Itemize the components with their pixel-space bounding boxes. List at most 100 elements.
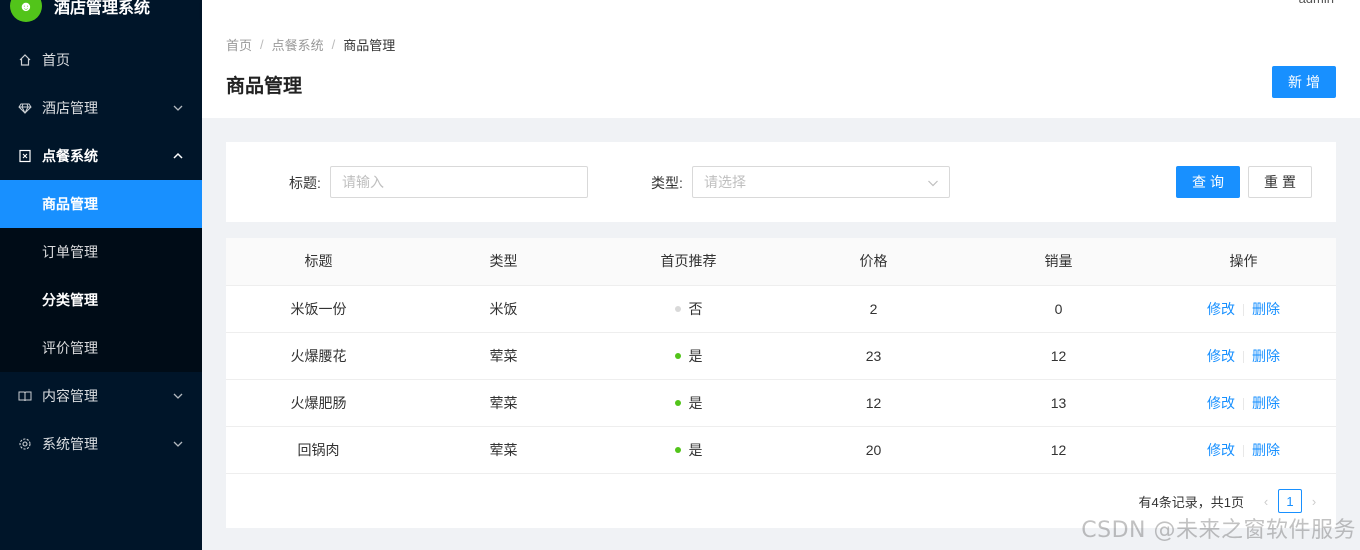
delete-link[interactable]: 删除 [1252, 301, 1280, 317]
sidebar-item-orders[interactable]: 订单管理 [0, 228, 202, 276]
book-icon [18, 389, 32, 403]
cell-price: 20 [781, 426, 966, 474]
cell-type: 荤菜 [411, 379, 596, 427]
type-filter-placeholder: 请选择 [704, 174, 746, 190]
app-title: 酒店管理系统 [54, 0, 151, 17]
reset-button[interactable]: 重置 [1248, 166, 1312, 198]
cell-title: 火爆腰花 [226, 332, 411, 380]
sidebar-item-system[interactable]: 系统管理 [0, 420, 202, 468]
recommend-text: 是 [688, 441, 703, 458]
breadcrumb-ordering[interactable]: 点餐系统 [272, 35, 324, 54]
sidebar-item-content[interactable]: 内容管理 [0, 372, 202, 420]
prev-page-icon[interactable]: ‹ [1256, 490, 1276, 512]
sidebar-item-goods[interactable]: 商品管理 [0, 180, 202, 228]
edit-link[interactable]: 修改 [1207, 395, 1235, 411]
cell-sales: 0 [966, 285, 1151, 333]
cell-actions: 修改 删除 [1151, 379, 1336, 427]
submenu-ordering: 商品管理 订单管理 分类管理 评价管理 [0, 180, 202, 372]
cell-recommend: 是 [596, 332, 781, 380]
cell-type: 荤菜 [411, 426, 596, 474]
delete-link[interactable]: 删除 [1252, 395, 1280, 411]
edit-link[interactable]: 修改 [1207, 348, 1235, 364]
pagination-total: 有4条记录，共1页 [1138, 494, 1244, 510]
sidebar-item-label: 系统管理 [42, 436, 98, 452]
breadcrumb: 首页 / 点餐系统 / 商品管理 [226, 35, 395, 54]
gear-icon [18, 437, 32, 451]
delete-link[interactable]: 删除 [1252, 442, 1280, 458]
cell-title: 米饭一份 [226, 285, 411, 333]
sidebar-item-hotel[interactable]: 酒店管理 [0, 84, 202, 132]
delete-link[interactable]: 删除 [1252, 348, 1280, 364]
column-header-actions: 操作 [1151, 238, 1336, 286]
status-dot-icon [674, 352, 681, 359]
next-page-icon[interactable]: › [1304, 490, 1324, 512]
cell-price: 12 [781, 379, 966, 427]
chevron-down-icon [172, 390, 184, 402]
watermark: CSDN @未来之窗软件服务 [1081, 518, 1356, 543]
table-row: 火爆肥肠 荤菜 是 12 13 修改 删除 [226, 379, 1336, 427]
app-logo[interactable]: ☻ 酒店管理系统 [0, 0, 202, 26]
cell-recommend: 是 [596, 379, 781, 427]
cell-price: 2 [781, 285, 966, 333]
goods-table: 标题 类型 首页推荐 价格 销量 操作 米饭一份 米饭否 2 0 修改 删除 火爆腰花 荤菜是… [226, 238, 1336, 474]
top-bar: admin [202, 0, 1360, 20]
sidebar-item-label: 酒店管理 [42, 100, 98, 116]
action-divider [1243, 350, 1244, 363]
edit-link[interactable]: 修改 [1207, 442, 1235, 458]
sidebar: ☻ 酒店管理系统 首页 酒店管理 点餐系统 商品管理 订单管理 分类管理 评价管… [0, 0, 202, 550]
order-icon [18, 149, 32, 163]
pagination: 有4条记录，共1页 ‹ 1 › [1139, 489, 1324, 513]
column-header-title: 标题 [226, 238, 411, 286]
sidebar-menu: 首页 酒店管理 点餐系统 商品管理 订单管理 分类管理 评价管理 内容管理 系统… [0, 36, 202, 468]
logo-icon: ☻ [10, 0, 42, 22]
column-header-type: 类型 [411, 238, 596, 286]
cell-type: 米饭 [411, 285, 596, 333]
table-row: 回锅肉 荤菜 是 20 12 修改 删除 [226, 426, 1336, 474]
query-button[interactable]: 查询 [1176, 166, 1240, 198]
table-row: 火爆腰花 荤菜 是 23 12 修改 删除 [226, 332, 1336, 380]
filter-form: 标题: 类型: 请选择 查询 重置 [226, 142, 1336, 222]
chevron-down-icon [927, 176, 939, 188]
sidebar-item-categories[interactable]: 分类管理 [0, 276, 202, 324]
type-filter-select[interactable]: 请选择 [692, 166, 950, 198]
user-name[interactable]: admin [1299, 0, 1334, 6]
cell-sales: 12 [966, 426, 1151, 474]
recommend-text: 是 [688, 347, 703, 364]
column-header-recommend: 首页推荐 [596, 238, 781, 286]
cell-title: 火爆肥肠 [226, 379, 411, 427]
table-row: 米饭一份 米饭 否 2 0 修改 删除 [226, 285, 1336, 333]
sidebar-item-home[interactable]: 首页 [0, 36, 202, 84]
cell-recommend: 是 [596, 426, 781, 474]
edit-link[interactable]: 修改 [1207, 301, 1235, 317]
chevron-down-icon [172, 102, 184, 114]
breadcrumb-separator: / [260, 37, 264, 52]
sidebar-item-reviews[interactable]: 评价管理 [0, 324, 202, 372]
cell-sales: 12 [966, 332, 1151, 380]
add-button[interactable]: 新增 [1272, 66, 1336, 98]
table-body: 米饭一份 米饭否 2 0 修改 删除 火爆腰花 荤菜是 23 12 修改 删除 火爆肥肠 荤菜是 12 13 修… [226, 285, 1336, 474]
cell-actions: 修改 删除 [1151, 285, 1336, 333]
status-dot-icon [674, 399, 681, 406]
cell-sales: 13 [966, 379, 1151, 427]
home-icon [18, 53, 32, 67]
status-dot-icon [674, 305, 681, 312]
chevron-up-icon [172, 150, 184, 162]
title-filter-input[interactable] [330, 166, 588, 198]
cell-actions: 修改 删除 [1151, 332, 1336, 380]
page-header: 首页 / 点餐系统 / 商品管理 商品管理 新增 [202, 20, 1360, 118]
action-divider [1243, 397, 1244, 410]
breadcrumb-current: 商品管理 [343, 38, 396, 53]
sidebar-item-label: 首页 [42, 52, 70, 68]
action-divider [1243, 303, 1244, 316]
sidebar-item-label: 内容管理 [42, 388, 98, 404]
breadcrumb-home[interactable]: 首页 [226, 35, 252, 54]
title-filter-label: 标题: [289, 175, 321, 191]
page-number-1[interactable]: 1 [1278, 489, 1302, 513]
page-title: 商品管理 [226, 76, 303, 97]
goods-table-card: 标题 类型 首页推荐 价格 销量 操作 米饭一份 米饭否 2 0 修改 删除 火爆腰花 荤菜是… [226, 238, 1336, 528]
diamond-icon [18, 101, 32, 115]
breadcrumb-separator: / [331, 37, 336, 52]
type-filter-label: 类型: [651, 175, 683, 191]
sidebar-item-ordering[interactable]: 点餐系统 [0, 132, 202, 180]
cell-recommend: 否 [596, 285, 781, 333]
